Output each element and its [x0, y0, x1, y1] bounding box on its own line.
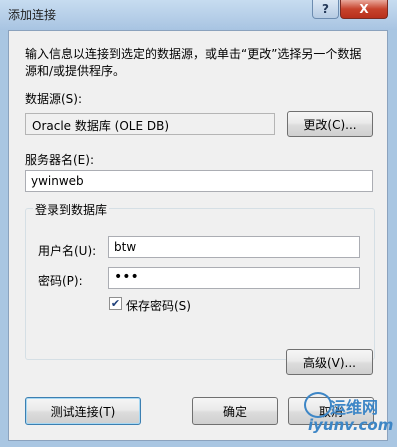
test-connection-button[interactable]: 测试连接(T): [25, 397, 141, 425]
close-button[interactable]: X: [340, 0, 388, 19]
password-label: 密码(P):: [38, 274, 83, 288]
save-password-label[interactable]: 保存密码(S): [126, 297, 191, 314]
password-input[interactable]: •••: [108, 267, 360, 289]
window-title: 添加连接: [8, 8, 57, 22]
advanced-button[interactable]: 高级(V)...: [286, 349, 373, 375]
username-input[interactable]: btw: [108, 236, 360, 258]
help-button[interactable]: ?: [312, 0, 339, 19]
username-label: 用户名(U):: [38, 244, 97, 258]
title-bar: 添加连接 ? X: [0, 0, 397, 30]
ok-button[interactable]: 确定: [192, 397, 278, 425]
intro-text-line2: 源和/或提供程序。: [25, 64, 126, 78]
intro-text-line1: 输入信息以连接到选定的数据源，或单击“更改”选择另一个数据: [25, 47, 362, 61]
watermark-bottom-text: iyunv.com: [308, 416, 394, 434]
server-name-input[interactable]: ywinweb: [25, 170, 373, 192]
server-label: 服务器名(E):: [25, 153, 94, 167]
datasource-label: 数据源(S):: [25, 92, 83, 106]
save-password-checkbox[interactable]: ✔: [109, 297, 122, 310]
datasource-field: Oracle 数据库 (OLE DB): [25, 113, 275, 135]
watermark-circle-icon: [304, 392, 332, 418]
dialog-body: 输入信息以连接到选定的数据源，或单击“更改”选择另一个数据 源和/或提供程序。 …: [8, 30, 388, 441]
watermark-logo: 运维网 iyunv.com: [300, 392, 394, 442]
change-datasource-button[interactable]: 更改(C)...: [287, 111, 373, 137]
login-group-label: 登录到数据库: [33, 201, 110, 218]
watermark-top-text: 运维网: [330, 398, 379, 417]
